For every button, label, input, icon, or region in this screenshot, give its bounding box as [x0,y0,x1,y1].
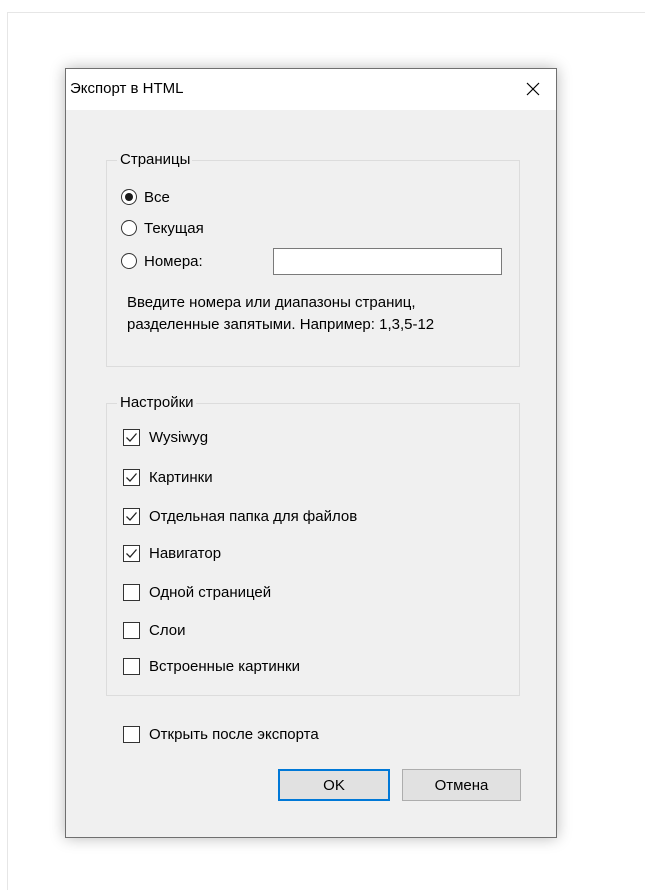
checkbox-embedded-images[interactable]: Встроенные картинки [123,656,300,676]
radio-numbers[interactable]: Номера: [121,251,203,271]
pages-group-legend: Страницы [117,151,193,168]
checkbox-navigator[interactable]: Навигатор [123,543,221,563]
frame-border-top [7,12,645,13]
checkbox-embedded-images-label: Встроенные картинки [149,657,300,675]
checkbox-box[interactable] [123,507,140,525]
radio-all[interactable]: Все [121,187,170,207]
ok-button[interactable]: OK [278,769,390,801]
checkbox-wysiwyg-label: Wysiwyg [149,428,209,446]
radio-button-icon[interactable] [121,220,137,236]
checkbox-box[interactable] [123,544,140,562]
radio-current-label: Текущая [144,219,204,237]
checkbox-layers-label: Слои [149,621,186,639]
checkbox-navigator-label: Навигатор [149,544,222,562]
checkmark-icon [126,432,137,442]
checkbox-separate-folder[interactable]: Отдельная папка для файлов [123,506,357,526]
title-bar[interactable]: Экспорт в HTML [66,69,556,110]
checkbox-images[interactable]: Картинки [123,467,213,487]
export-html-dialog: Экспорт в HTML Страницы Все Текущая Номе… [65,68,557,838]
page-numbers-input[interactable] [273,248,502,275]
page-numbers-hint: Введите номера или диапазоны страниц, ра… [127,292,517,336]
hint-line: Введите номера или диапазоны страниц, [127,294,416,311]
settings-group-legend: Настройки [117,394,196,411]
checkbox-open-after-export[interactable]: Открыть после экспорта [123,724,319,744]
close-button[interactable] [510,69,556,110]
frame-border-left [7,12,8,890]
cancel-button[interactable]: Отмена [402,769,521,801]
radio-button-icon[interactable] [121,253,137,269]
radio-button-icon[interactable] [121,189,137,205]
checkmark-icon [126,548,137,558]
checkbox-wysiwyg[interactable]: Wysiwyg [123,427,208,447]
checkbox-box[interactable] [123,428,140,446]
checkbox-images-label: Картинки [149,468,213,486]
checkmark-icon [126,472,137,482]
checkbox-box[interactable] [123,468,140,486]
page: Экспорт в HTML Страницы Все Текущая Номе… [0,0,645,890]
checkbox-single-page[interactable]: Одной страницей [123,582,271,602]
checkbox-box[interactable] [123,725,140,743]
dialog-title: Экспорт в HTML [70,80,184,97]
hint-line: разделенные запятыми. Например: 1,3,5-12 [127,316,435,333]
checkbox-open-after-export-label: Открыть после экспорта [149,725,319,743]
checkbox-box[interactable] [123,583,140,601]
close-icon [526,82,540,96]
radio-numbers-label: Номера: [144,252,203,270]
checkbox-single-page-label: Одной страницей [149,583,272,601]
checkbox-separate-folder-label: Отдельная папка для файлов [149,507,358,525]
checkbox-layers[interactable]: Слои [123,620,185,640]
checkbox-box[interactable] [123,657,140,675]
radio-current[interactable]: Текущая [121,218,204,238]
radio-all-label: Все [144,188,170,206]
checkbox-box[interactable] [123,621,140,639]
checkmark-icon [126,511,137,521]
